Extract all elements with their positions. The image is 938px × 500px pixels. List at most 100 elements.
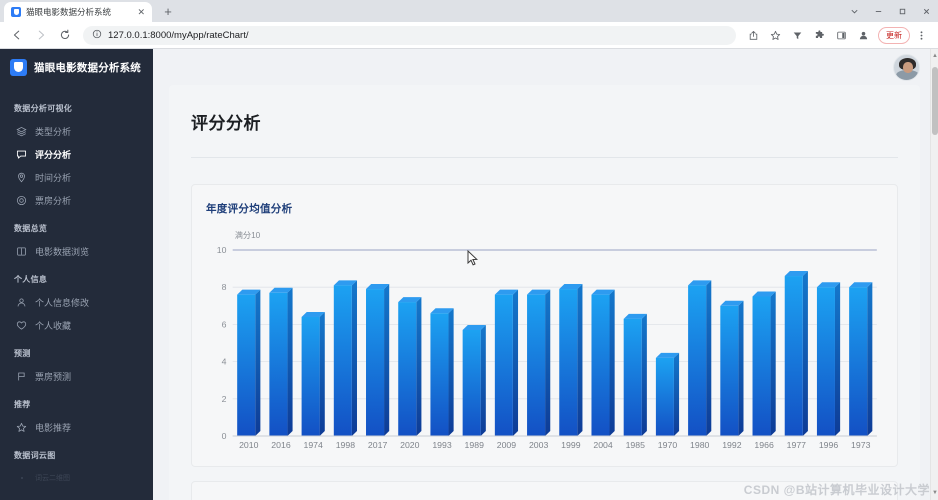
minimize-icon[interactable] xyxy=(866,0,890,22)
svg-text:1973: 1973 xyxy=(851,440,871,450)
funnel-icon[interactable] xyxy=(787,25,808,46)
svg-text:1992: 1992 xyxy=(722,440,742,450)
brand-name: 猫眼电影数据分析系统 xyxy=(34,61,141,74)
bar xyxy=(237,294,256,436)
main-content: 评分分析 年度评分均值分析 满分10 0 2 4 6 8 10 2010 2016 1974 199… xyxy=(153,49,938,500)
bookmark-star-icon[interactable] xyxy=(765,25,786,46)
bar xyxy=(366,289,385,436)
sidebar-nav: 数据分析可视化 类型分析 评分分析 时间分析 票房分析 数据总览 电影数据浏览 … xyxy=(0,85,153,491)
tab-search-chevron-icon[interactable] xyxy=(842,0,866,22)
nav-group-title-recommend: 推荐 xyxy=(14,400,31,409)
sidebar-item-boxoffice-analysis[interactable]: 票房分析 xyxy=(0,190,153,210)
scroll-up-arrow-icon[interactable]: ▲ xyxy=(931,51,938,61)
sidebar-item-label: 评分分析 xyxy=(35,149,72,160)
bar xyxy=(398,302,417,436)
svg-text:4: 4 xyxy=(222,357,227,367)
bar xyxy=(784,276,803,436)
profile-icon[interactable] xyxy=(853,25,874,46)
chart-card: 年度评分均值分析 满分10 0 2 4 6 8 10 2010 2016 1974 1998 2017… xyxy=(191,184,898,467)
sidebar-item-profile-edit[interactable]: 个人信息修改 xyxy=(0,292,153,312)
back-arrow-icon[interactable] xyxy=(6,24,28,46)
sidebar-item-movie-recommend[interactable]: 电影推荐 xyxy=(0,417,153,437)
kebab-menu-icon[interactable] xyxy=(911,25,932,46)
svg-text:2010: 2010 xyxy=(239,440,259,450)
extensions-puzzle-icon[interactable] xyxy=(809,25,830,46)
update-button[interactable]: 更新 xyxy=(878,26,910,44)
avatar-face xyxy=(902,61,913,73)
avatar[interactable] xyxy=(893,53,920,81)
sidebar-item-favorites[interactable]: 个人收藏 xyxy=(0,315,153,335)
new-tab-button[interactable]: + xyxy=(158,1,178,21)
brand-header[interactable]: 猫眼电影数据分析系统 xyxy=(0,49,153,85)
sidebar-item-wordcloud[interactable]: 词云二维图 xyxy=(0,468,153,488)
bar-chart-svg: 满分10 0 2 4 6 8 10 2010 2016 1974 1998 2017 2020 1993 1… xyxy=(217,230,877,450)
heart-icon xyxy=(16,320,27,331)
app-logo-icon xyxy=(10,58,27,76)
maximize-icon[interactable] xyxy=(890,0,914,22)
secondary-chart-card xyxy=(191,481,898,500)
user-icon xyxy=(16,297,27,308)
nav-group-title-personal: 个人信息 xyxy=(14,275,48,284)
clock-pin-icon xyxy=(16,172,27,183)
share-icon[interactable] xyxy=(743,25,764,46)
page-title: 评分分析 xyxy=(191,85,898,158)
svg-text:满分10: 满分10 xyxy=(235,230,261,240)
nav-group-title-prediction: 预测 xyxy=(14,349,31,358)
browser-tab[interactable]: 猫眼电影数据分析系统 ✕ xyxy=(4,2,152,22)
page-scrollbar[interactable]: ▲ ▼ xyxy=(930,49,938,500)
svg-text:1985: 1985 xyxy=(626,440,646,450)
reload-icon[interactable] xyxy=(54,24,76,46)
sidebar-item-label: 票房预测 xyxy=(35,371,72,382)
sidebar-item-label: 个人信息修改 xyxy=(35,297,90,308)
svg-text:2017: 2017 xyxy=(368,440,388,450)
tab-favicon xyxy=(11,7,21,17)
browser-toolbar: 127.0.0.1:8000/myApp/rateChart/ 更新 xyxy=(0,22,938,49)
scrollbar-thumb[interactable] xyxy=(932,67,938,135)
site-info-icon[interactable] xyxy=(92,26,102,44)
bar xyxy=(333,285,352,436)
tab-close-icon[interactable]: ✕ xyxy=(134,7,148,18)
dot-icon xyxy=(16,473,27,484)
star-icon xyxy=(16,422,27,433)
bar xyxy=(301,316,320,436)
bar xyxy=(559,289,578,436)
svg-text:2: 2 xyxy=(222,394,227,404)
svg-text:2020: 2020 xyxy=(400,440,420,450)
close-window-icon[interactable] xyxy=(914,0,938,22)
nav-group-title-visualization: 数据分析可视化 xyxy=(14,104,73,113)
bar xyxy=(720,305,739,436)
svg-text:1980: 1980 xyxy=(690,440,710,450)
svg-text:1977: 1977 xyxy=(787,440,807,450)
svg-text:2009: 2009 xyxy=(497,440,517,450)
sidebar-item-boxoffice-prediction[interactable]: 票房预测 xyxy=(0,366,153,386)
side-panel-icon[interactable] xyxy=(831,25,852,46)
bar xyxy=(816,287,835,436)
svg-text:1989: 1989 xyxy=(465,440,485,450)
sidebar-item-type-analysis[interactable]: 类型分析 xyxy=(0,121,153,141)
sidebar-item-movie-data-browse[interactable]: 电影数据浏览 xyxy=(0,241,153,261)
svg-text:1970: 1970 xyxy=(658,440,678,450)
svg-text:1993: 1993 xyxy=(432,440,452,450)
tab-title: 猫眼电影数据分析系统 xyxy=(26,7,112,17)
page-scroll-area[interactable]: 评分分析 年度评分均值分析 满分10 0 2 4 6 8 10 2010 2016 1974 199… xyxy=(153,85,938,500)
scroll-down-arrow-icon[interactable]: ▼ xyxy=(931,488,938,498)
bar xyxy=(688,285,707,436)
toolbar-icon-group: 更新 xyxy=(743,25,932,46)
flag-icon xyxy=(16,371,27,382)
bar xyxy=(462,329,481,436)
tab-strip: 猫眼电影数据分析系统 ✕ + xyxy=(0,0,938,22)
sidebar-item-label: 电影数据浏览 xyxy=(35,246,90,257)
browser-window: 猫眼电影数据分析系统 ✕ + 127.0.0.1:8000/myApp/rate… xyxy=(0,0,938,500)
book-icon xyxy=(16,246,27,257)
svg-text:6: 6 xyxy=(222,320,227,330)
sidebar-item-time-analysis[interactable]: 时间分析 xyxy=(0,167,153,187)
bar-chart[interactable]: 满分10 0 2 4 6 8 10 2010 2016 1974 1998 2017 2020 1993 1… xyxy=(206,224,883,456)
address-bar[interactable]: 127.0.0.1:8000/myApp/rateChart/ xyxy=(83,25,736,45)
bar xyxy=(494,294,513,436)
sidebar-item-rating-analysis[interactable]: 评分分析 xyxy=(0,144,153,164)
svg-text:0: 0 xyxy=(222,431,227,441)
svg-text:2004: 2004 xyxy=(593,440,613,450)
forward-arrow-icon[interactable] xyxy=(30,24,52,46)
svg-text:2016: 2016 xyxy=(271,440,291,450)
svg-text:1998: 1998 xyxy=(336,440,356,450)
